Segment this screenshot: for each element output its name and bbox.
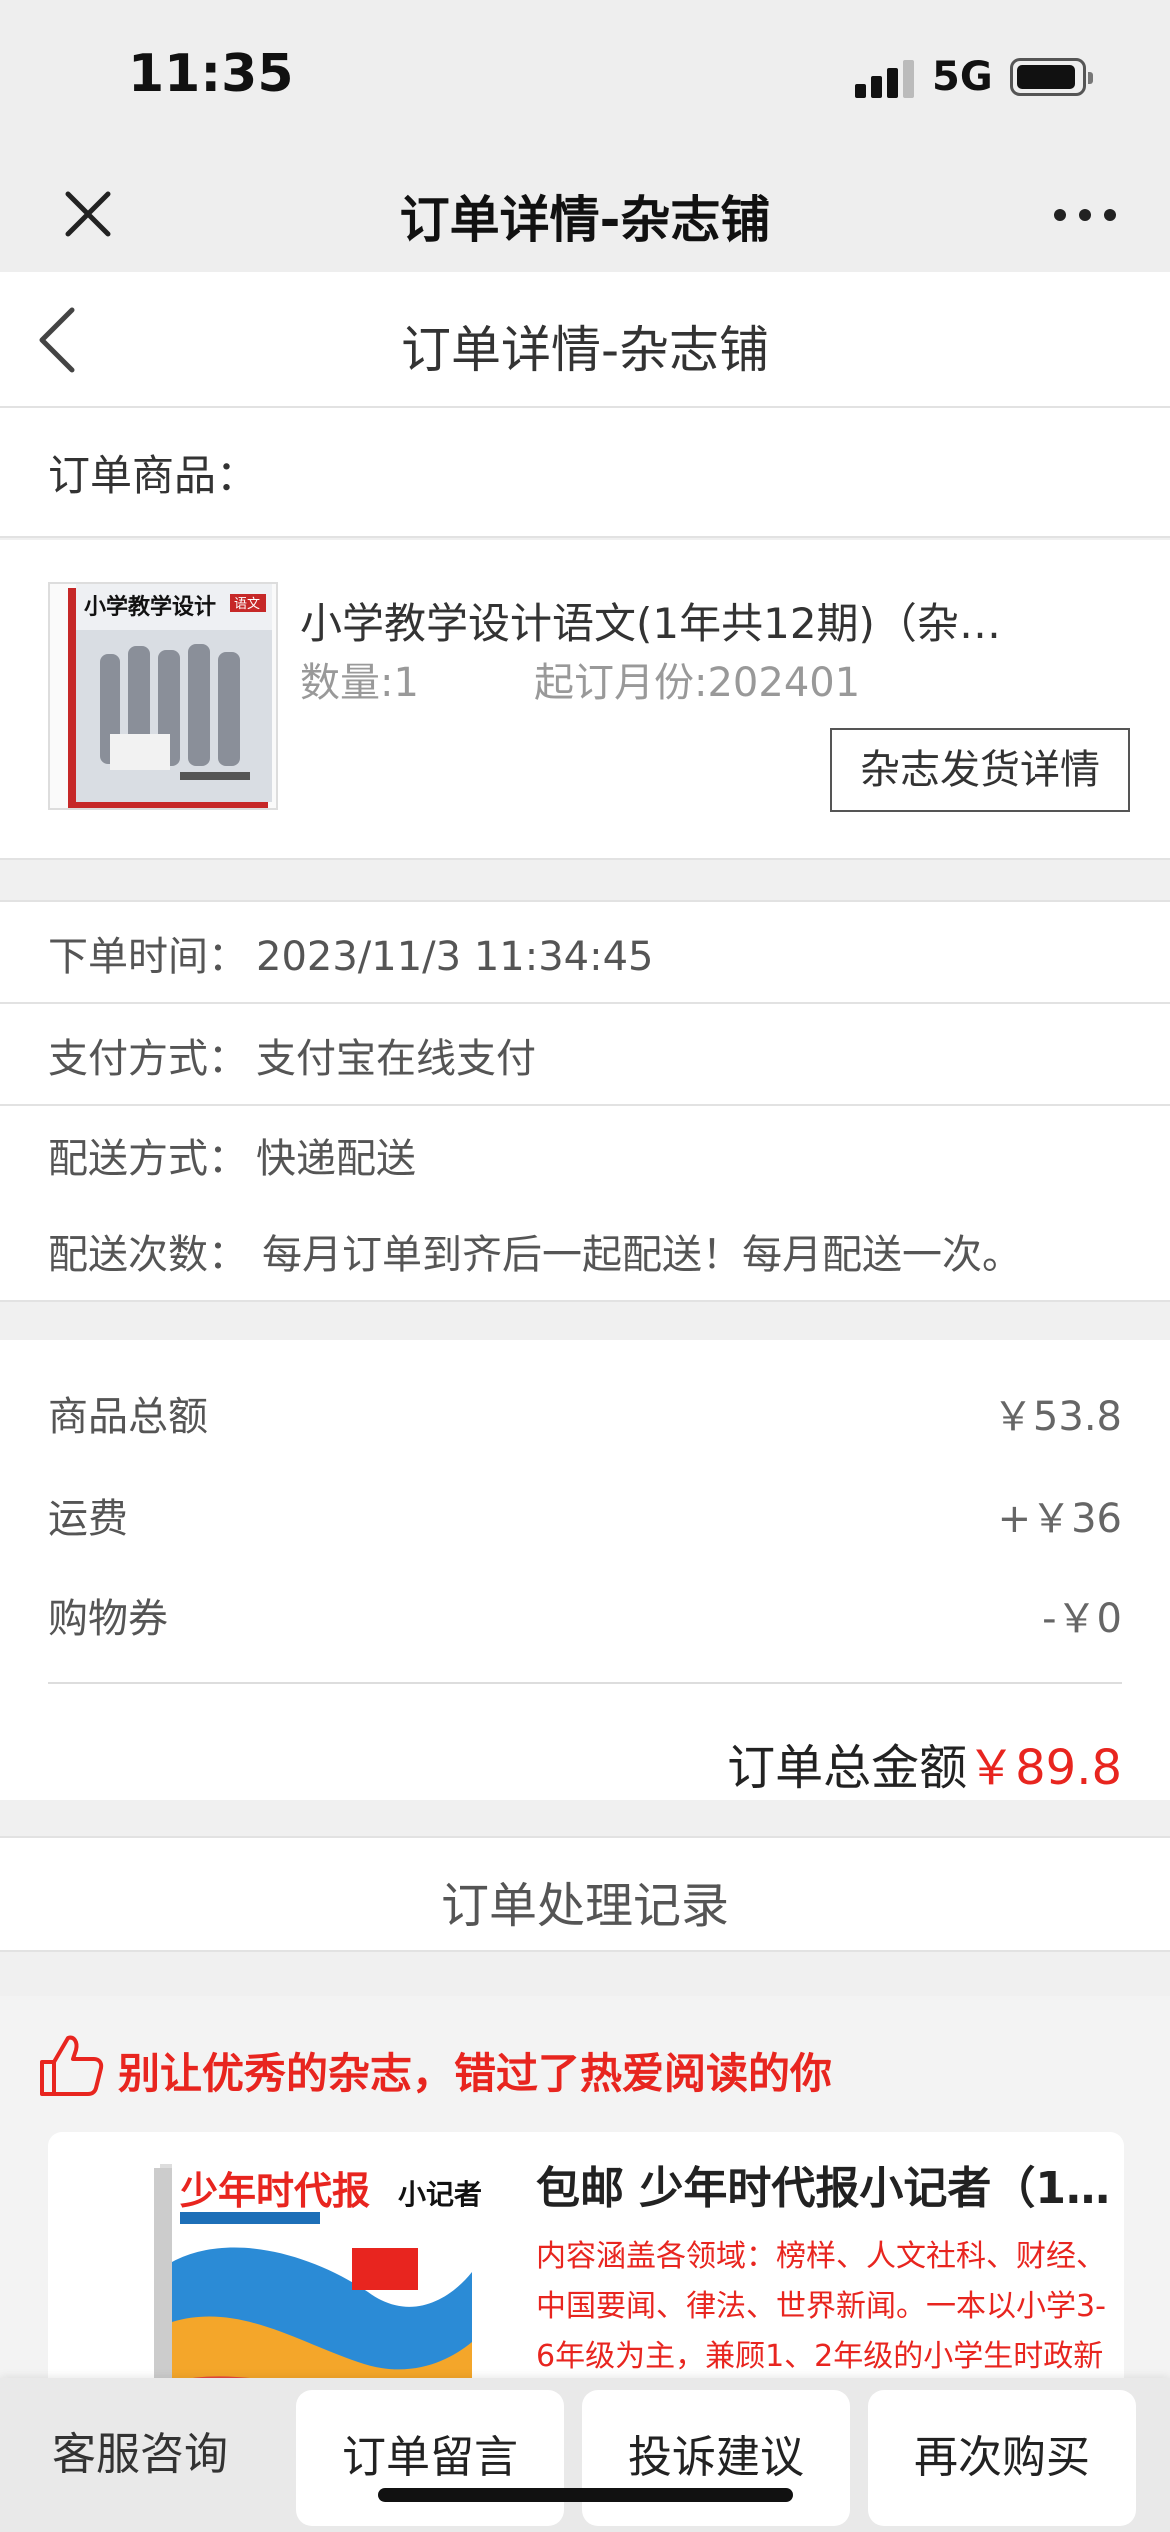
amount-divider bbox=[48, 1682, 1122, 1684]
delivery-times-value: 每月订单到齐后一起配送！每月配送一次。 bbox=[262, 1232, 1022, 1278]
customer-service-button[interactable]: 客服咨询 bbox=[52, 2418, 228, 2482]
delivery-value: 快递配送 bbox=[256, 1136, 416, 1182]
coupon-row: 购物券 -￥0 bbox=[48, 1586, 1122, 1644]
complaint-button[interactable]: 投诉建议 bbox=[582, 2390, 850, 2526]
goods-total-row: 商品总额 ￥53.8 bbox=[48, 1384, 1122, 1442]
product-name[interactable]: 小学教学设计语文(1年共12期)（杂志订阅） bbox=[300, 590, 1040, 651]
order-time-value: 2023/11/3 11:34:45 bbox=[256, 934, 654, 980]
product-row[interactable]: 小学教学设计 语文 小学教学设计语文(1年共12期)（杂志订阅） 数量:1 起订… bbox=[0, 540, 1170, 860]
promo-section: 别让优秀的杂志，错过了热爱阅读的你 少年时代报 小记者 包邮 少年时代报小记者（… bbox=[0, 1996, 1170, 2442]
home-indicator bbox=[378, 2488, 793, 2502]
order-goods-section: 订单商品： bbox=[0, 408, 1170, 538]
amount-section: 商品总额 ￥53.8 运费 +￥36 购物券 -￥0 订单总金额￥89.8 bbox=[0, 1340, 1170, 1800]
payment-label: 支付方式： bbox=[48, 1036, 248, 1082]
product-cover-title: 小学教学设计 bbox=[84, 594, 216, 620]
wechat-title: 订单详情-杂志铺 bbox=[399, 191, 771, 249]
shipping-value: +￥36 bbox=[997, 1496, 1122, 1542]
page-header: 订单详情-杂志铺 bbox=[0, 272, 1170, 408]
delivery-row: 配送方式： 快递配送 bbox=[48, 1126, 416, 1184]
goods-total-value: ￥53.8 bbox=[992, 1394, 1122, 1440]
product-quantity: 数量:1 bbox=[300, 660, 419, 706]
promo-slogan: 别让优秀的杂志，错过了热爱阅读的你 bbox=[118, 2049, 833, 2098]
battery-icon bbox=[1010, 58, 1093, 96]
order-info-section: 下单时间： 2023/11/3 11:34:45 支付方式： 支付宝在线支付 配送方… bbox=[0, 900, 1170, 1302]
buy-again-button[interactable]: 再次购买 bbox=[868, 2390, 1136, 2526]
order-total-label: 订单总金额 bbox=[727, 1740, 968, 1796]
promo-card-desc: 内容涵盖各领域：榜样、人文社科、财经、中国要闻、律法、世界新闻。一本以小学3-6… bbox=[536, 2239, 1106, 2374]
status-bar: 11:35 5G bbox=[0, 0, 1170, 160]
more-dots-icon[interactable] bbox=[1050, 190, 1120, 240]
delivery-times-row: 配送次数： 每月订单到齐后一起配送！每月配送一次。 bbox=[48, 1222, 1022, 1280]
product-start-month: 起订月份:202401 bbox=[534, 660, 861, 706]
order-goods-label: 订单商品： bbox=[48, 451, 259, 500]
promo-cover-title: 少年时代报 bbox=[180, 2168, 370, 2213]
payment-value: 支付宝在线支付 bbox=[256, 1036, 536, 1082]
product-cover-badge: 语文 bbox=[234, 597, 260, 612]
shipping-label: 运费 bbox=[48, 1496, 128, 1542]
delivery-label: 配送方式： bbox=[48, 1136, 248, 1182]
promo-cover-sub: 小记者 bbox=[398, 2178, 482, 2211]
page-title: 订单详情-杂志铺 bbox=[400, 321, 770, 379]
payment-row: 支付方式： 支付宝在线支付 bbox=[48, 1026, 536, 1084]
order-message-button[interactable]: 订单留言 bbox=[296, 2390, 564, 2526]
network-label: 5G bbox=[932, 54, 993, 100]
signal-icon bbox=[855, 58, 917, 98]
order-time-row: 下单时间： 2023/11/3 11:34:45 bbox=[48, 924, 653, 982]
wechat-nav-bar: 订单详情-杂志铺 bbox=[0, 160, 1170, 272]
thumbs-up-icon bbox=[40, 2035, 104, 2096]
shipping-row: 运费 +￥36 bbox=[48, 1486, 1122, 1544]
status-time: 11:35 bbox=[128, 44, 294, 104]
coupon-value: -￥0 bbox=[1042, 1596, 1122, 1642]
coupon-label: 购物券 bbox=[48, 1596, 168, 1642]
order-log-button[interactable]: 订单处理记录 bbox=[0, 1836, 1170, 1952]
promo-card-title[interactable]: 包邮 少年时代报小记者（1年共12期） bbox=[536, 2152, 1116, 2216]
goods-total-label: 商品总额 bbox=[48, 1394, 208, 1440]
order-total-value: ￥89.8 bbox=[967, 1740, 1122, 1796]
ship-detail-button[interactable]: 杂志发货详情 bbox=[830, 728, 1130, 812]
bottom-action-bar: 客服咨询 订单留言 投诉建议 再次购买 bbox=[0, 2378, 1170, 2532]
order-time-label: 下单时间： bbox=[48, 934, 248, 980]
order-log-label: 订单处理记录 bbox=[440, 1878, 729, 1934]
delivery-times-label: 配送次数： bbox=[48, 1232, 248, 1278]
order-total-row: 订单总金额￥89.8 bbox=[727, 1728, 1122, 1798]
product-cover-image[interactable]: 小学教学设计 语文 bbox=[48, 582, 278, 810]
